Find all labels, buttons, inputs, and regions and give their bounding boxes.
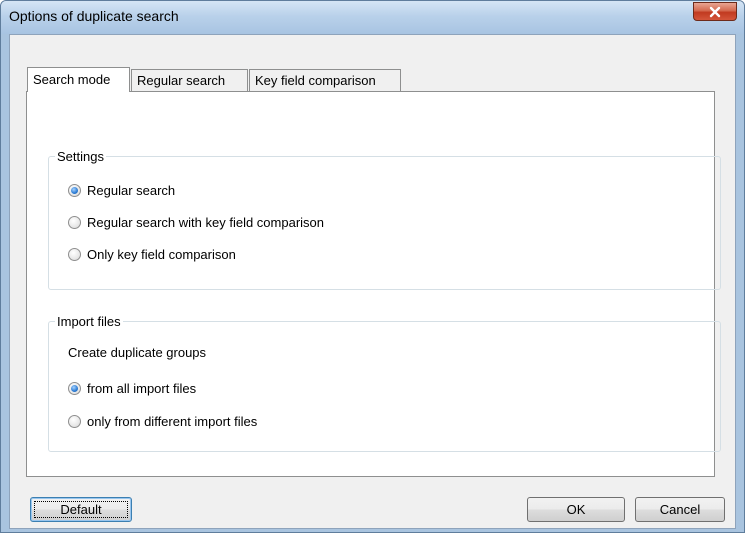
dialog-window: Options of duplicate search Search mode … — [0, 0, 745, 533]
radio-checked-icon — [68, 381, 81, 395]
title-bar[interactable]: Options of duplicate search — [1, 1, 744, 34]
radio-label: Regular search with key field comparison — [87, 214, 324, 230]
tab-panel-search-mode: Settings Regular search Regular search w… — [26, 91, 721, 477]
tab-key-field-comparison[interactable]: Key field comparison — [249, 69, 401, 91]
dialog-client-area: Search mode Regular search Key field com… — [9, 34, 736, 529]
radio-label: Regular search — [87, 182, 176, 198]
create-duplicate-groups-label: Create duplicate groups — [68, 345, 207, 360]
radio-from-all-import-files[interactable]: from all import files — [68, 379, 196, 397]
default-button[interactable]: Default — [30, 497, 132, 522]
tab-search-mode[interactable]: Search mode — [27, 67, 130, 92]
radio-checked-icon — [68, 183, 81, 197]
cancel-button-label: Cancel — [659, 502, 701, 517]
cancel-button[interactable]: Cancel — [635, 497, 725, 522]
radio-only-from-different-import-files[interactable]: only from different import files — [68, 412, 257, 430]
close-button[interactable] — [693, 2, 737, 21]
radio-regular-search-with-key-field[interactable]: Regular search with key field comparison — [68, 213, 324, 231]
radio-regular-search[interactable]: Regular search — [68, 181, 175, 199]
radio-label: from all import files — [87, 380, 197, 396]
radio-unchecked-icon — [68, 414, 81, 428]
radio-only-key-field[interactable]: Only key field comparison — [68, 245, 236, 263]
ok-button-label: OK — [566, 502, 586, 517]
close-icon — [709, 6, 721, 17]
window-title: Options of duplicate search — [9, 8, 179, 24]
tab-regular-search[interactable]: Regular search — [131, 69, 248, 91]
radio-unchecked-icon — [68, 215, 81, 229]
radio-label: only from different import files — [87, 413, 258, 429]
radio-unchecked-icon — [68, 247, 81, 261]
import-files-group-title: Import files — [57, 314, 121, 329]
ok-button[interactable]: OK — [527, 497, 625, 522]
radio-label: Only key field comparison — [87, 246, 236, 262]
settings-group-title: Settings — [57, 149, 104, 164]
focus-rectangle — [34, 501, 128, 518]
